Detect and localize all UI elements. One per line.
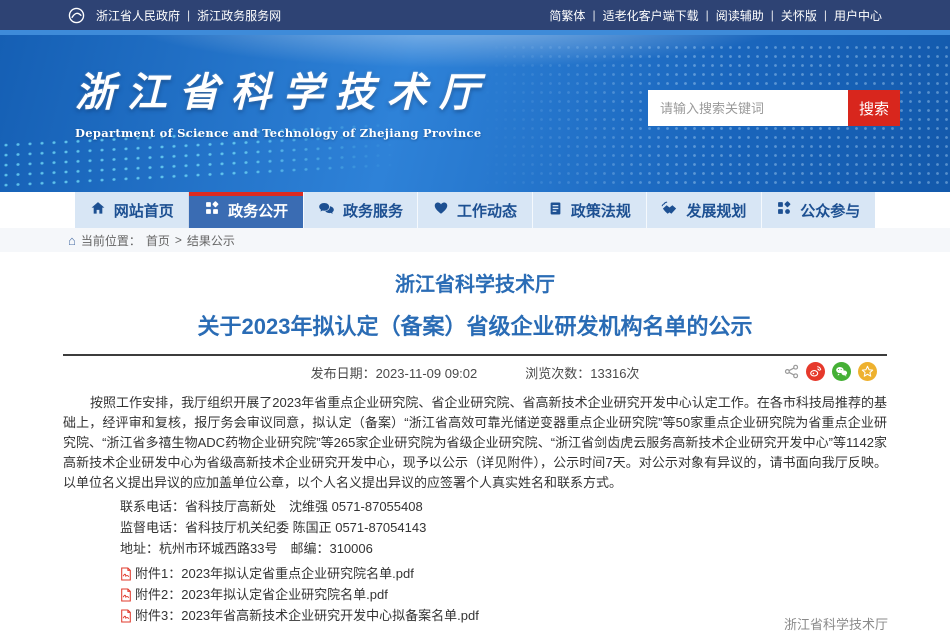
view-count-value: 13316次 [590, 366, 639, 381]
breadcrumb-current: 结果公示 [187, 232, 235, 249]
contact-block: 联系电话：省科技厅高新处 沈维强 0571-87055408 监督电话：省科技厅… [63, 497, 887, 559]
topbar-link-user-center[interactable]: 用户中心 [834, 7, 882, 24]
topbar-separator: | [771, 8, 774, 22]
article: 浙江省科学技术厅 关于2023年拟认定（备案）省级企业研发机构名单的公示 发布日… [63, 272, 887, 626]
chat-bubbles-icon [318, 200, 335, 221]
topbar-link-gov[interactable]: 浙江省人民政府 [96, 7, 180, 24]
open-gov-stamp-icon [204, 200, 220, 220]
share-icon[interactable] [784, 364, 799, 379]
nav-item-gov-disclosure[interactable]: 政务公开 [188, 192, 302, 228]
handshake-icon [661, 200, 678, 221]
article-title-line2: 关于2023年拟认定（备案）省级企业研发机构名单的公示 [63, 312, 887, 342]
topbar-separator: | [824, 8, 827, 22]
nav-item-label: 政务服务 [343, 200, 403, 221]
nav-item-public-participation[interactable]: 公众参与 [761, 192, 875, 228]
pdf-icon [120, 588, 132, 602]
qzone-icon[interactable] [858, 362, 877, 381]
topbar-link-care-version[interactable]: 关怀版 [781, 7, 817, 24]
view-count: 浏览次数：13316次 [525, 363, 639, 382]
supervision-phone: 监督电话：省科技厅机关纪委 陈国正 0571-87054143 [63, 518, 887, 538]
heart-icon [433, 200, 449, 220]
nav-item-development-plan[interactable]: 发展规划 [646, 192, 760, 228]
topbar-separator: | [592, 8, 595, 22]
attachment-label: 附件1：2023年拟认定省重点企业研究院名单.pdf [135, 563, 414, 584]
topbar-link-zwfw[interactable]: 浙江政务服务网 [197, 7, 281, 24]
nav-item-policies[interactable]: 政策法规 [532, 192, 646, 228]
address-line: 地址：杭州市环城西路33号 邮编：310006 [63, 539, 887, 559]
gov-emblem-icon [68, 7, 85, 24]
nav-item-label: 工作动态 [457, 200, 517, 221]
publish-date-label: 发布日期： [311, 366, 376, 381]
topbar-link-simplified[interactable]: 简繁体 [549, 7, 585, 24]
attachment-label: 附件2：2023年拟认定省企业研究院名单.pdf [135, 584, 388, 605]
breadcrumb-separator: > [175, 233, 182, 247]
home-icon [90, 200, 106, 220]
nav-item-gov-services[interactable]: 政务服务 [303, 192, 417, 228]
pdf-icon [120, 609, 132, 623]
search-bar: 搜索 [648, 90, 900, 126]
attachment-link-3[interactable]: 附件3：2023年省高新技术企业研究开发中心拟备案名单.pdf [63, 605, 887, 626]
search-input[interactable] [648, 90, 848, 126]
topbar-left: 浙江省人民政府 | 浙江政务服务网 [68, 7, 281, 24]
site-title: 浙江省科学技术厅 [75, 73, 491, 113]
topbar-separator: | [706, 8, 709, 22]
pdf-icon [120, 567, 132, 581]
nav-item-home[interactable]: 网站首页 [75, 192, 188, 228]
view-count-label: 浏览次数： [525, 366, 590, 381]
banner: 浙江省科学技术厅 Department of Science and Techn… [0, 35, 950, 192]
site-logo: 浙江省科学技术厅 Department of Science and Techn… [75, 73, 491, 140]
nav-item-work-news[interactable]: 工作动态 [417, 192, 531, 228]
nav-item-label: 发展规划 [686, 200, 746, 221]
nav-item-label: 政策法规 [571, 200, 631, 221]
topbar-link-reading-aid[interactable]: 阅读辅助 [716, 7, 764, 24]
nav-item-label: 网站首页 [114, 200, 174, 221]
attachment-label: 附件3：2023年省高新技术企业研究开发中心拟备案名单.pdf [135, 605, 479, 626]
article-meta: 发布日期：2023-11-09 09:02 浏览次数：13316次 [63, 356, 887, 388]
attachment-link-2[interactable]: 附件2：2023年拟认定省企业研究院名单.pdf [63, 584, 887, 605]
wechat-icon[interactable] [832, 362, 851, 381]
breadcrumb-prefix: 当前位置： [81, 232, 141, 249]
topbar-link-elderly-client[interactable]: 适老化客户端下载 [603, 7, 699, 24]
article-signature: 浙江省科学技术厅 [784, 614, 888, 633]
contact-phone: 联系电话：省科技厅高新处 沈维强 0571-87055408 [63, 497, 887, 517]
topbar-separator: | [187, 8, 190, 22]
main-nav: 网站首页 政务公开 政务服务 工作动态 政策法规 发展规划 公众参与 [75, 192, 875, 228]
attachment-link-1[interactable]: 附件1：2023年拟认定省重点企业研究院名单.pdf [63, 563, 887, 584]
article-title-line1: 浙江省科学技术厅 [63, 272, 887, 298]
share-toolbar [784, 362, 877, 381]
search-button[interactable]: 搜索 [848, 90, 900, 126]
nav-item-label: 公众参与 [800, 200, 860, 221]
breadcrumb-home-icon: ⌂ [68, 234, 76, 247]
document-icon [548, 201, 563, 220]
topbar: 浙江省人民政府 | 浙江政务服务网 简繁体 | 适老化客户端下载 | 阅读辅助 … [0, 0, 950, 30]
nav-item-label: 政务公开 [228, 200, 288, 221]
topbar-right: 简繁体 | 适老化客户端下载 | 阅读辅助 | 关怀版 | 用户中心 [549, 7, 882, 24]
breadcrumb-home-link[interactable]: 首页 [146, 232, 170, 249]
breadcrumb: ⌂ 当前位置： 首页 > 结果公示 [0, 228, 950, 252]
weibo-icon[interactable] [806, 362, 825, 381]
publish-date-value: 2023-11-09 09:02 [376, 366, 478, 381]
participation-stamp-icon [776, 200, 792, 220]
site-title-en: Department of Science and Technology of … [75, 126, 491, 140]
publish-date: 发布日期：2023-11-09 09:02 [311, 363, 478, 382]
article-paragraph: 按照工作安排，我厅组织开展了2023年省重点企业研究院、省企业研究院、省高新技术… [63, 393, 887, 493]
attachment-list: 附件1：2023年拟认定省重点企业研究院名单.pdf 附件2：2023年拟认定省… [63, 563, 887, 626]
